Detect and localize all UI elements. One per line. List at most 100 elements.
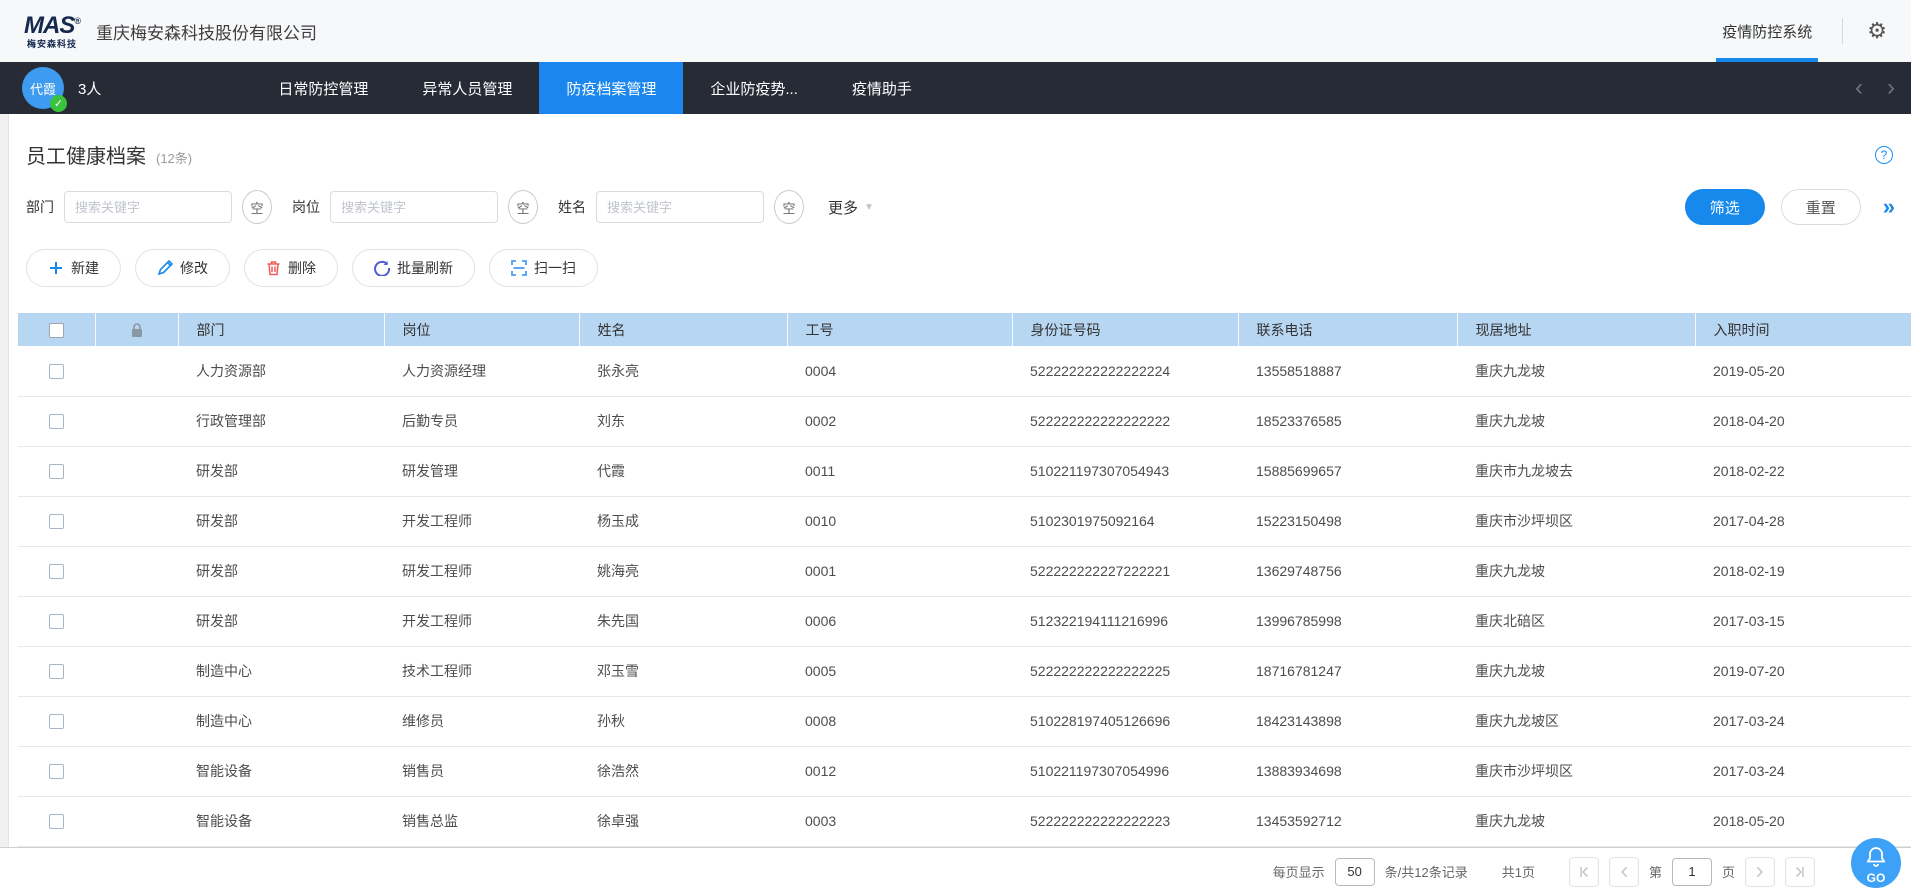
- filter-empty-button[interactable]: 空: [508, 190, 538, 224]
- system-tab-epidemic-control[interactable]: 疫情防控系统: [1716, 0, 1818, 62]
- chevron-right-icon[interactable]: ›: [1887, 76, 1895, 100]
- filter-search-input[interactable]: [64, 191, 232, 223]
- chevron-left-icon: [1618, 866, 1630, 878]
- table-row[interactable]: 研发部 研发工程师 姚海亮 0001 522222222227222221 13…: [18, 546, 1911, 596]
- row-lock-cell: [95, 796, 178, 846]
- cell-id-number: 510221197307054943: [1012, 446, 1238, 496]
- cell-hire-date: 2018-02-22: [1695, 446, 1911, 496]
- cell-position: 销售员: [384, 746, 579, 796]
- select-all-checkbox[interactable]: [49, 323, 64, 338]
- column-header-address[interactable]: 现居地址: [1457, 313, 1695, 346]
- cell-hire-date: 2019-05-20: [1695, 346, 1911, 396]
- chevron-down-icon: ▼: [864, 202, 874, 213]
- table-row[interactable]: 制造中心 维修员 孙秋 0008 510228197405126696 1842…: [18, 696, 1911, 746]
- row-checkbox[interactable]: [49, 514, 64, 529]
- table-row[interactable]: 研发部 研发管理 代霞 0011 510221197307054943 1588…: [18, 446, 1911, 496]
- row-select-cell: [18, 796, 95, 846]
- cell-name: 朱先国: [579, 596, 787, 646]
- avatar[interactable]: 代霞 ✓: [22, 67, 64, 109]
- filter-search-input[interactable]: [330, 191, 498, 223]
- cell-phone: 18423143898: [1238, 696, 1457, 746]
- column-header-department[interactable]: 部门: [178, 313, 384, 346]
- row-checkbox[interactable]: [49, 764, 64, 779]
- more-filters-toggle[interactable]: 更多 ▼: [828, 197, 874, 218]
- table-row[interactable]: 研发部 开发工程师 杨玉成 0010 5102301975092164 1522…: [18, 496, 1911, 546]
- help-icon[interactable]: ?: [1875, 146, 1893, 164]
- cell-address: 重庆九龙坡区: [1457, 696, 1695, 746]
- row-checkbox[interactable]: [49, 664, 64, 679]
- column-header-employee-id[interactable]: 工号: [787, 313, 1012, 346]
- column-header-position[interactable]: 岗位: [384, 313, 579, 346]
- filter-empty-button[interactable]: 空: [774, 190, 804, 224]
- prev-page-button[interactable]: [1609, 857, 1639, 887]
- nav-arrows: ‹ ›: [1855, 62, 1895, 114]
- nav-tab[interactable]: 日常防控管理: [251, 62, 395, 114]
- per-page-input[interactable]: [1335, 858, 1375, 886]
- row-checkbox[interactable]: [49, 464, 64, 479]
- pagination-bar: 每页显示 条/共12条记录 共1页 第 页: [0, 847, 1911, 896]
- row-select-cell: [18, 596, 95, 646]
- nav-tab[interactable]: 疫情助手: [825, 62, 939, 114]
- cell-name: 孙秋: [579, 696, 787, 746]
- cell-department: 制造中心: [178, 696, 384, 746]
- notification-fab[interactable]: GO: [1851, 838, 1901, 888]
- cell-department: 研发部: [178, 546, 384, 596]
- row-checkbox[interactable]: [49, 814, 64, 829]
- row-checkbox[interactable]: [49, 364, 64, 379]
- filter-empty-button[interactable]: 空: [242, 190, 272, 224]
- column-header-hire-date[interactable]: 入职时间: [1695, 313, 1911, 346]
- lock-icon: [130, 322, 144, 338]
- cell-employee-id: 0012: [787, 746, 1012, 796]
- nav-tab[interactable]: 防疫档案管理: [539, 62, 683, 114]
- go-button[interactable]: GO: [1867, 871, 1886, 885]
- per-page-label: 每页显示: [1273, 862, 1325, 881]
- delete-button[interactable]: 删除: [244, 249, 338, 287]
- cell-employee-id: 0008: [787, 696, 1012, 746]
- bell-icon: [1864, 845, 1888, 869]
- row-checkbox[interactable]: [49, 714, 64, 729]
- cell-employee-id: 0005: [787, 646, 1012, 696]
- cell-department: 智能设备: [178, 796, 384, 846]
- next-page-button[interactable]: [1745, 857, 1775, 887]
- cell-position: 研发管理: [384, 446, 579, 496]
- column-header-name[interactable]: 姓名: [579, 313, 787, 346]
- cell-name: 姚海亮: [579, 546, 787, 596]
- row-checkbox[interactable]: [49, 564, 64, 579]
- user-block[interactable]: 代霞 ✓ 3人: [22, 67, 101, 109]
- edit-button[interactable]: 修改: [135, 249, 230, 287]
- row-lock-cell: [95, 546, 178, 596]
- column-header-id-number[interactable]: 身份证号码: [1012, 313, 1238, 346]
- cell-address: 重庆北碚区: [1457, 596, 1695, 646]
- table-row[interactable]: 制造中心 技术工程师 邓玉雪 0005 522222222222222225 1…: [18, 646, 1911, 696]
- cell-department: 人力资源部: [178, 346, 384, 396]
- batch-refresh-button[interactable]: 批量刷新: [352, 249, 475, 287]
- row-lock-cell: [95, 396, 178, 446]
- table-row[interactable]: 人力资源部 人力资源经理 张永亮 0004 522222222222222224…: [18, 346, 1911, 396]
- table-row[interactable]: 智能设备 销售员 徐浩然 0012 510221197307054996 138…: [18, 746, 1911, 796]
- table-row[interactable]: 研发部 开发工程师 朱先国 0006 512322194111216996 13…: [18, 596, 1911, 646]
- row-lock-cell: [95, 596, 178, 646]
- chevron-left-icon[interactable]: ‹: [1855, 76, 1863, 100]
- record-count-badge: (12条): [156, 148, 192, 167]
- scan-button[interactable]: 扫一扫: [489, 249, 598, 287]
- table-row[interactable]: 智能设备 销售总监 徐卓强 0003 522222222222222223 13…: [18, 796, 1911, 846]
- filter-button[interactable]: 筛选: [1685, 189, 1765, 225]
- reset-button[interactable]: 重置: [1781, 189, 1861, 225]
- cell-position: 技术工程师: [384, 646, 579, 696]
- filter-search-input[interactable]: [596, 191, 764, 223]
- column-header-phone[interactable]: 联系电话: [1238, 313, 1457, 346]
- last-page-button[interactable]: [1785, 857, 1815, 887]
- page-number-input[interactable]: [1672, 858, 1712, 886]
- cell-address: 重庆市沙坪坝区: [1457, 496, 1695, 546]
- first-page-button[interactable]: [1569, 857, 1599, 887]
- row-checkbox[interactable]: [49, 614, 64, 629]
- nav-tab[interactable]: 企业防疫势...: [683, 62, 825, 114]
- gear-icon[interactable]: ⚙: [1867, 20, 1887, 42]
- table-row[interactable]: 行政管理部 后勤专员 刘东 0002 522222222222222222 18…: [18, 396, 1911, 446]
- cell-department: 研发部: [178, 496, 384, 546]
- create-button[interactable]: 新建: [26, 249, 121, 287]
- nav-tab[interactable]: 异常人员管理: [395, 62, 539, 114]
- double-chevron-right-icon[interactable]: »: [1883, 196, 1895, 218]
- cell-department: 研发部: [178, 446, 384, 496]
- row-checkbox[interactable]: [49, 414, 64, 429]
